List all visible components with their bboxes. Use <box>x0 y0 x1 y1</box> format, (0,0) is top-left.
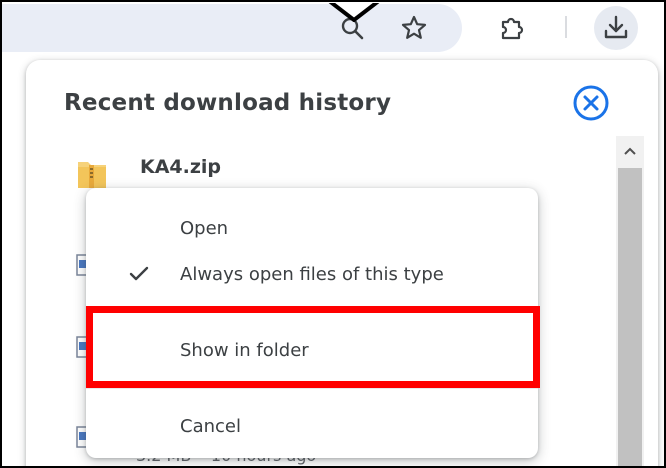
menu-item-label: Cancel <box>180 415 241 437</box>
menu-divider <box>86 388 538 389</box>
highlight-box <box>86 306 540 388</box>
extensions-icon[interactable] <box>490 6 534 50</box>
menu-item-open[interactable]: Open <box>86 208 538 248</box>
downloads-icon[interactable] <box>594 6 638 50</box>
checkmark-icon <box>126 261 152 287</box>
menu-item-label: Open <box>180 217 229 239</box>
download-item-name[interactable]: KA4.zip <box>140 156 221 178</box>
star-icon[interactable] <box>392 6 436 50</box>
close-circle-icon[interactable] <box>570 82 612 124</box>
callout-pointer <box>324 0 384 22</box>
scroll-up-icon[interactable] <box>616 138 644 164</box>
panel-title: Recent download history <box>64 90 392 116</box>
scrollbar-thumb[interactable] <box>618 168 642 468</box>
menu-item-always-open[interactable]: Always open files of this type <box>86 254 538 294</box>
toolbar-separator <box>565 16 567 38</box>
menu-item-label: Always open files of this type <box>180 263 444 285</box>
menu-item-cancel[interactable]: Cancel <box>86 406 538 446</box>
